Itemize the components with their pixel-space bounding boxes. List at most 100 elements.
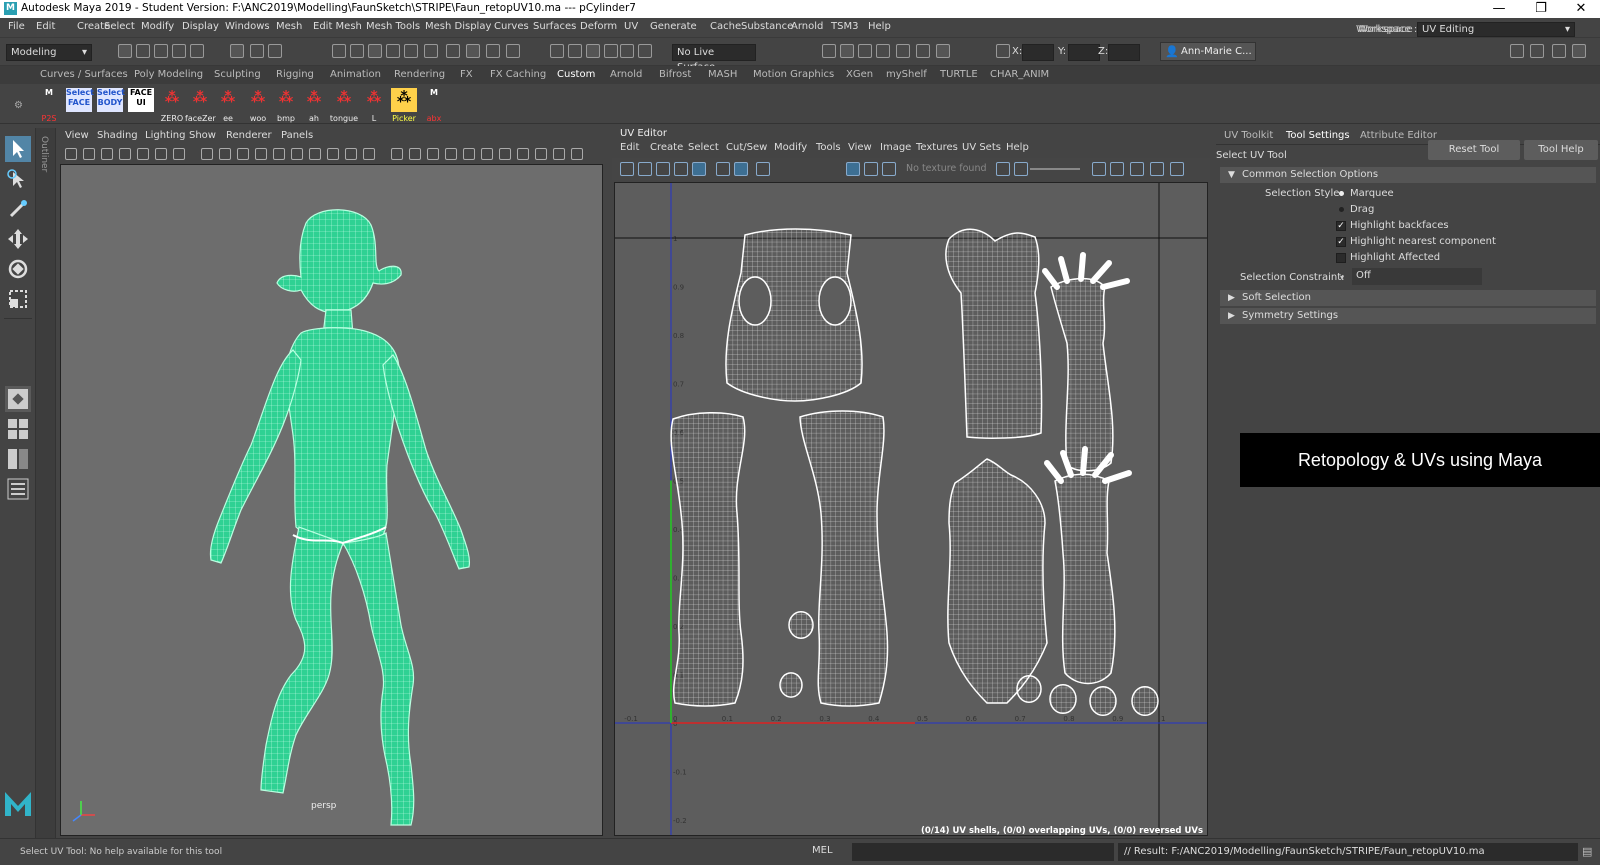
viewport-tool-23-icon[interactable] [499,148,511,160]
menuset-dropdown[interactable]: Modeling ▾ [6,44,92,61]
close-button[interactable]: ✕ [1566,1,1596,16]
perspective-viewport[interactable]: persp [60,164,603,836]
viewport-menu-shading[interactable]: Shading [97,130,138,141]
uv-tool-0-icon[interactable] [620,162,634,176]
menu-display[interactable]: Display [182,21,219,32]
viewport-tool-20-icon[interactable] [445,148,457,160]
status-tool-15-icon[interactable] [466,44,480,58]
uv-tool-7-icon[interactable] [756,162,770,176]
uv-menu-modify[interactable]: Modify [774,142,807,153]
viewport-tool-8-icon[interactable] [219,148,231,160]
paint-select-tool-icon[interactable] [5,196,31,222]
constraint-dropdown-arrow-icon[interactable]: ▾ [1340,273,1344,282]
uv-menu-select[interactable]: Select [688,142,719,153]
menu-generate[interactable]: Generate [650,21,697,32]
move-tool-icon[interactable] [5,226,31,252]
uv-shell-4[interactable] [947,458,1048,704]
shelf-tab-poly-modeling[interactable]: Poly Modeling [134,69,203,80]
shelf-tab-rendering[interactable]: Rendering [394,69,445,80]
status-tool-14-icon[interactable] [446,44,460,58]
command-input[interactable] [852,843,1114,861]
viewport-tool-26-icon[interactable] [553,148,565,160]
shelf-button-3[interactable]: FACE UI [128,88,154,112]
uv-menu-cut-sew[interactable]: Cut/Sew [726,142,767,153]
uv-shell-3[interactable] [945,228,1043,439]
menu-uv[interactable]: UV [624,21,638,32]
status-tool-19-icon[interactable] [568,44,582,58]
status-tool-17-icon[interactable] [506,44,520,58]
common-selection-section-header[interactable]: ▼ Common Selection Options [1220,167,1596,183]
checkbox-highlight-backfaces[interactable]: ✓ [1336,221,1346,231]
uv-texture-space[interactable]: 1 0.9 0.8 0.7 0.6 0.5 0.4 0.3 0.2 0.1 0 -0.1 -0.2 -0.… [614,182,1208,836]
uv-tool-1-icon[interactable] [638,162,652,176]
status-tool-26-icon[interactable] [858,44,872,58]
shelf-button-7[interactable]: ⁂ [245,88,271,112]
viewport-tool-5-icon[interactable] [155,148,167,160]
viewport-menu-panels[interactable]: Panels [281,130,313,141]
viewport-tool-25-icon[interactable] [535,148,547,160]
viewport-tool-3-icon[interactable] [119,148,131,160]
uv-shell-2[interactable] [799,410,889,707]
script-editor-icon[interactable]: ▤ [1582,845,1592,858]
tab-tool-settings[interactable]: Tool Settings [1286,130,1350,141]
viewport-tool-10-icon[interactable] [255,148,267,160]
shelf-button-13[interactable]: M [421,88,447,112]
viewport-tool-14-icon[interactable] [327,148,339,160]
shelf-tab-mash[interactable]: MASH [708,69,737,80]
status-tool-24-icon[interactable] [822,44,836,58]
viewport-tool-19-icon[interactable] [427,148,439,160]
shelf-tab-arnold[interactable]: Arnold [610,69,642,80]
status-tool-4-icon[interactable] [190,44,204,58]
shelf-tab-myshelf[interactable]: myShelf [886,69,927,80]
uv-tool-12-icon[interactable] [1014,162,1028,176]
viewport-menu-renderer[interactable]: Renderer [226,130,272,141]
uv-small-shell-0[interactable] [788,611,814,639]
shelf-button-1[interactable]: Select FACE [66,88,94,112]
menu-file[interactable]: File [8,21,25,32]
status-tool-7-icon[interactable] [268,44,282,58]
viewport-tool-11-icon[interactable] [273,148,285,160]
viewport-tool-2-icon[interactable] [101,148,113,160]
viewport-menu-view[interactable]: View [65,130,89,141]
outliner-side-tab[interactable]: Outliner [36,128,56,838]
viewport-tool-13-icon[interactable] [309,148,321,160]
viewport-tool-18-icon[interactable] [409,148,421,160]
mel-toggle[interactable]: MEL [812,845,848,861]
uv-tool-16-icon[interactable] [1150,162,1164,176]
status-tool-20-icon[interactable] [586,44,600,58]
uv-tool-9-icon[interactable] [864,162,878,176]
status-tool-13-icon[interactable] [424,44,438,58]
shelf-tab-sculpting[interactable]: Sculpting [214,69,261,80]
scale-tool-icon[interactable] [5,286,31,312]
workspace-dropdown[interactable]: UV Editing ▾ [1417,22,1575,37]
drag-radio[interactable] [1339,207,1344,212]
reset-tool-button[interactable]: Reset Tool [1428,140,1520,160]
menu-edit[interactable]: Edit [36,21,55,32]
status-tool-8-icon[interactable] [332,44,346,58]
user-account-button[interactable]: 👤 Ann-Marie C... [1160,42,1256,61]
uv-tool-5-icon[interactable] [716,162,730,176]
shelf-button-5[interactable]: ⁂ [187,88,213,112]
menu-windows[interactable]: Windows [225,21,270,32]
uv-menu-view[interactable]: View [848,142,872,153]
persp-outliner-layout-icon[interactable] [5,446,31,472]
uv-tool-3-icon[interactable] [674,162,688,176]
shelf-button-0[interactable]: M [36,88,62,112]
status-tool-29-icon[interactable] [916,44,930,58]
viewport-tool-15-icon[interactable] [345,148,357,160]
status-tool-18-icon[interactable] [550,44,564,58]
soft-selection-section-header[interactable]: ▶ Soft Selection [1220,290,1596,306]
shelf-tab-fx[interactable]: FX [460,69,473,80]
status-tool-23-icon[interactable] [638,44,652,58]
status-tool-0-icon[interactable] [118,44,132,58]
select-tool-icon[interactable] [5,136,31,162]
tab-uv-toolkit[interactable]: UV Toolkit [1224,130,1273,141]
status-tool-10-icon[interactable] [368,44,382,58]
status-tool-5-icon[interactable] [230,44,244,58]
uv-menu-edit[interactable]: Edit [620,142,639,153]
status-tool-32-icon[interactable] [1510,44,1524,58]
tab-attribute-editor[interactable]: Attribute Editor [1360,130,1437,141]
uv-tool-2-icon[interactable] [656,162,670,176]
uv-small-shell-5[interactable] [1131,685,1159,717]
shelf-tab-turtle[interactable]: TURTLE [940,69,978,80]
